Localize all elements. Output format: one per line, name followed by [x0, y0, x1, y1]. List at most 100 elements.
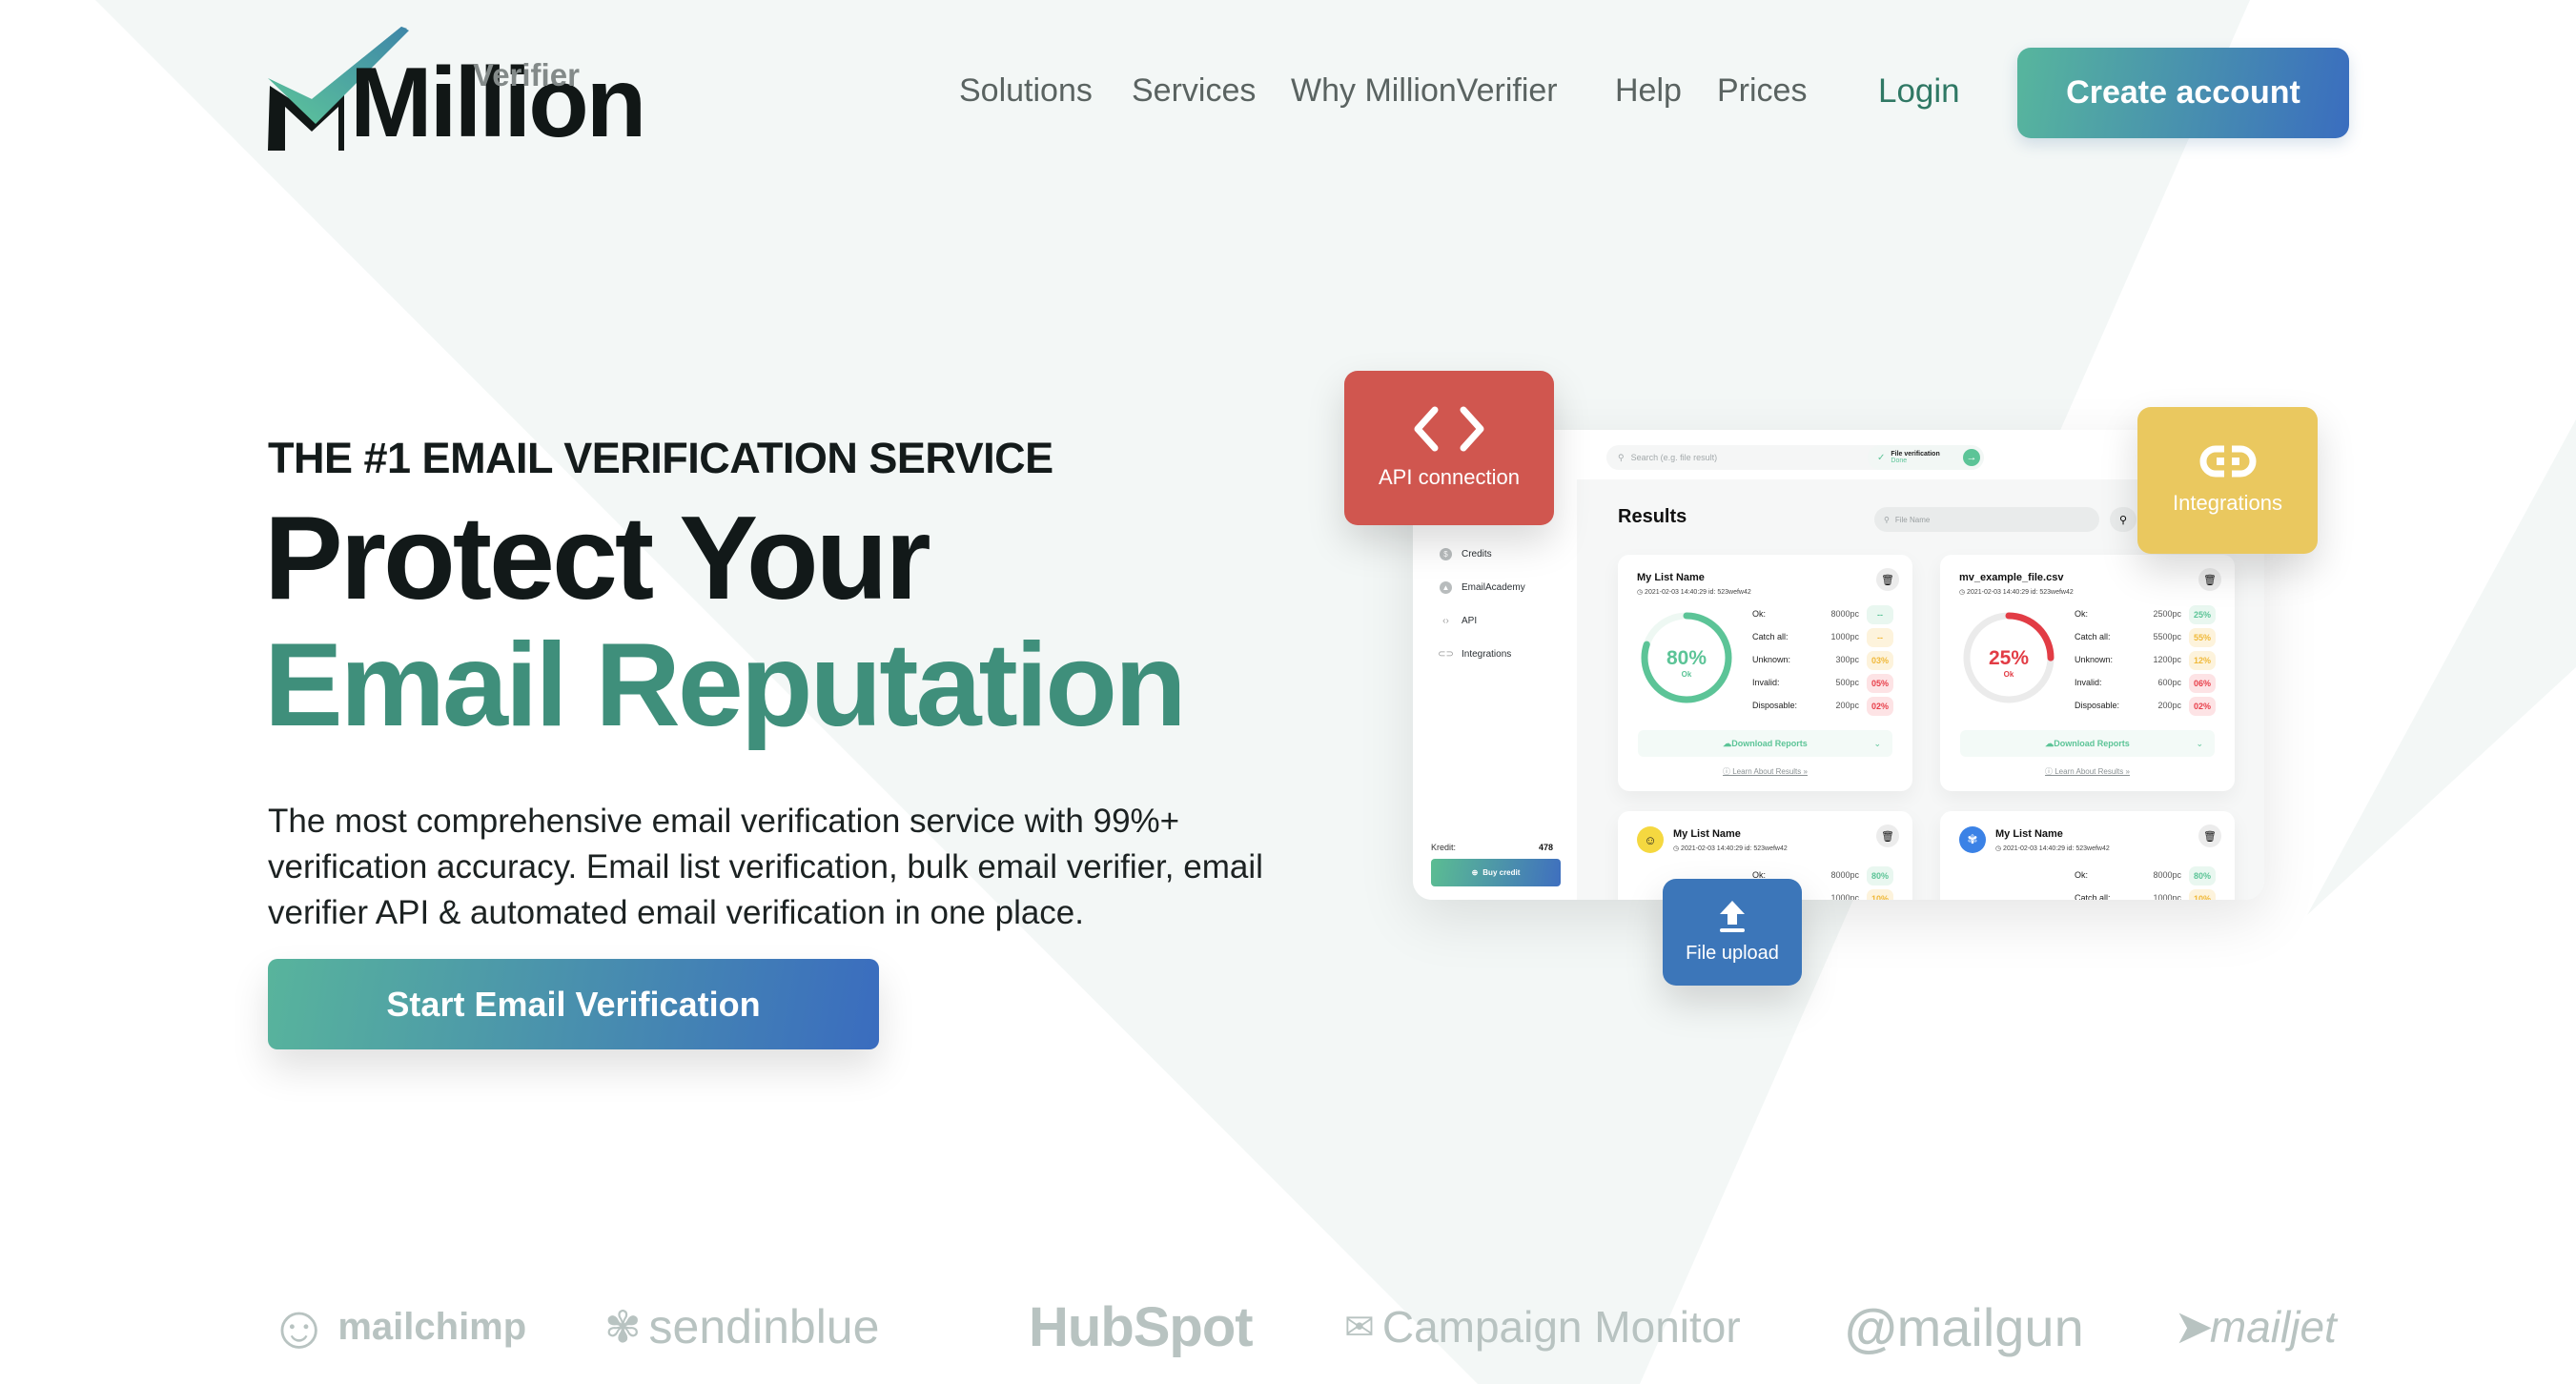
sidebar-item-label: Integrations	[1462, 649, 1512, 660]
buy-credit-label: Buy credit	[1482, 868, 1521, 877]
nav-why-millionverifier[interactable]: Why MillionVerifier	[1291, 72, 1558, 110]
nav-help[interactable]: Help	[1615, 72, 1682, 110]
card-date: ◷ 2021-02-03 14:40:29 id: 523wefw42	[1673, 845, 1788, 852]
result-card: ✾ My List Name ◷ 2021-02-03 14:40:29 id: 5…	[1940, 811, 2235, 900]
stat-value: 1000pc	[1830, 893, 1859, 900]
file-upload-card: File upload	[1663, 879, 1802, 986]
arrow-right-icon[interactable]: →	[1963, 449, 1980, 466]
trash-icon[interactable]: 🗑︎	[1876, 824, 1899, 847]
nav-solutions[interactable]: Solutions	[959, 72, 1093, 110]
file-verification-title: File verification	[1891, 451, 1940, 458]
sidebar-item-label: API	[1462, 616, 1478, 626]
code-icon: ‹›	[1442, 616, 1449, 626]
file-verification-status[interactable]: ✓ File verification Done →	[1868, 445, 1984, 470]
stat-badge: 55%	[2189, 628, 2216, 647]
result-card: mv_example_file.csv ◷ 2021-02-03 14:40:29…	[1940, 555, 2235, 791]
nav-prices[interactable]: Prices	[1717, 72, 1807, 110]
kredit-label: Kredit:	[1431, 843, 1457, 852]
dashboard-search-input[interactable]: ⚲ Search (e.g. file result)	[1606, 445, 1897, 470]
stat-badge: 10%	[2189, 889, 2216, 900]
upload-icon	[1720, 900, 1745, 932]
stat-label: Ok:	[2075, 870, 2089, 880]
hubspot-logo: HubSpot	[1029, 1289, 1254, 1365]
file-search-button[interactable]: ⚲	[2110, 507, 2136, 532]
file-name-placeholder: File Name	[1894, 515, 1931, 524]
stat-value: 1000pc	[1830, 632, 1859, 641]
sidebar-item-integrations[interactable]: ⊂⊃ Integrations	[1438, 648, 1512, 661]
buy-credit-button[interactable]: ⊕ Buy credit	[1431, 859, 1561, 886]
results-title: Results	[1618, 506, 1687, 527]
stat-badge: 10%	[1867, 889, 1893, 900]
search-placeholder: Search (e.g. file result)	[1630, 453, 1718, 462]
sidebar-item-label: EmailAcademy	[1462, 582, 1525, 593]
card-date: ◷ 2021-02-03 14:40:29 id: 523wefw42	[1995, 845, 2110, 852]
logo-text: sendinblue	[648, 1300, 880, 1353]
sendinblue-logo: ✾ sendinblue	[604, 1289, 879, 1365]
stat-label: Unknown:	[1752, 655, 1791, 664]
search-icon: ⚲	[1884, 515, 1890, 524]
campaign-monitor-logo: ✉ Campaign Monitor	[1344, 1289, 1741, 1365]
mailgun-logo: @ mailgun	[1845, 1289, 2084, 1365]
login-link[interactable]: Login	[1878, 72, 1960, 111]
stat-badge: --	[1867, 628, 1893, 647]
trash-icon[interactable]: 🗑︎	[2198, 824, 2221, 847]
stat-badge: 03%	[1867, 651, 1893, 670]
link-icon	[2199, 445, 2256, 478]
mailjet-logo: ➤ mailjet	[2174, 1289, 2337, 1365]
sidebar-item-api[interactable]: ‹› API	[1440, 615, 1477, 627]
stat-badge: 02%	[2189, 697, 2216, 716]
hero-description: The most comprehensive email verificatio…	[268, 803, 1263, 931]
stat-value: 1200pc	[2153, 655, 2181, 664]
result-card: My List Name ◷ 2021-02-03 14:40:29 id: 52…	[1618, 555, 1912, 791]
card-date: ◷ 2021-02-03 14:40:29 id: 523wefw42	[1637, 589, 1751, 596]
stat-label: Disposable:	[1752, 701, 1798, 710]
sidebar-item-label: Credits	[1462, 549, 1492, 560]
donut-label: Ok	[2003, 670, 2014, 679]
stat-value: 8000pc	[2153, 870, 2181, 880]
trash-icon[interactable]: 🗑︎	[2198, 568, 2221, 591]
dollar-icon: $	[1440, 548, 1452, 560]
download-reports-button[interactable]: ☁︎ Download Reports ⌄	[1960, 730, 2215, 757]
sidebar-item-emailacademy[interactable]: ▲ EmailAcademy	[1440, 581, 1525, 594]
learn-about-results-link[interactable]: ⓘ Learn About Results »	[1618, 766, 1912, 777]
cloud-download-icon: ☁︎	[2045, 738, 2055, 748]
learn-about-results-link[interactable]: ⓘ Learn About Results »	[1940, 766, 2235, 777]
sidebar-item-credits[interactable]: $ Credits	[1440, 548, 1492, 560]
stat-value: 2500pc	[2153, 609, 2181, 619]
stat-badge: 80%	[1867, 866, 1893, 885]
start-email-verification-button[interactable]: Start Email Verification	[268, 959, 879, 1049]
create-account-button[interactable]: Create account	[2017, 48, 2349, 138]
download-reports-label: Download Reports	[1731, 739, 1808, 748]
sendinblue-icon: ✾	[604, 1302, 642, 1352]
logo-text: HubSpot	[1029, 1295, 1254, 1358]
chevron-down-icon: ⌄	[2196, 738, 2203, 748]
file-name-search-input[interactable]: ⚲ File Name	[1874, 507, 2099, 532]
trash-icon[interactable]: 🗑︎	[1876, 568, 1899, 591]
stat-badge: 25%	[2189, 605, 2216, 624]
at-icon: @	[1845, 1296, 1897, 1357]
donut-label: Ok	[1681, 670, 1692, 679]
stat-label: Invalid:	[1752, 678, 1780, 687]
stat-label: Disposable:	[2075, 701, 2120, 710]
stat-value: 8000pc	[1830, 870, 1859, 880]
download-reports-label: Download Reports	[2054, 739, 2130, 748]
donut-percent: 25%	[1988, 647, 2030, 669]
card-date: ◷ 2021-02-03 14:40:29 id: 523wefw42	[1959, 589, 2074, 596]
stat-badge: 06%	[2189, 674, 2216, 693]
mailchimp-logo: ☺ mailchimp	[268, 1289, 526, 1365]
nav-services[interactable]: Services	[1132, 72, 1256, 110]
search-icon: ⚲	[1618, 452, 1625, 462]
sendinblue-avatar-icon: ✾	[1959, 826, 1986, 853]
stat-badge: --	[1867, 605, 1893, 624]
integrations-label: Integrations	[2173, 491, 2282, 515]
download-reports-button[interactable]: ☁︎ Download Reports ⌄	[1638, 730, 1892, 757]
stat-label: Ok:	[2075, 609, 2089, 619]
stat-label: Invalid:	[2075, 678, 2102, 687]
mailchimp-avatar-icon: ☺	[1637, 826, 1664, 853]
cloud-download-icon: ☁︎	[1723, 738, 1732, 748]
card-title: My List Name	[1637, 572, 1705, 583]
kredit-value: 478	[1539, 843, 1554, 852]
million-verifier-logo[interactable]: Million Verifier	[268, 25, 644, 154]
hero-title-line2: Email Reputation	[264, 620, 1187, 751]
stat-label: Catch all:	[2075, 893, 2111, 900]
